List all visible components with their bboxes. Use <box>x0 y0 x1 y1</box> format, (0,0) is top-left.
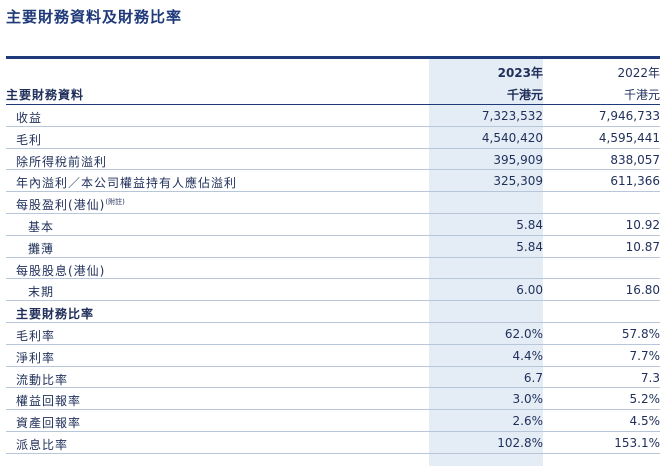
row-label: 末期 <box>28 283 54 300</box>
header-rule <box>6 56 660 59</box>
table-row: 攤薄 5.84 10.87 <box>6 236 660 258</box>
header-year-2023: 2023年 <box>497 66 543 80</box>
table-row: 權益回報率 3.0% 5.2% <box>6 388 660 411</box>
table-row: 末期 6.00 16.80 <box>6 279 660 302</box>
row-label-text: 攤薄 <box>28 241 55 256</box>
row-label: 淨利率 <box>16 349 55 366</box>
value-2022: 16.80 <box>625 283 660 298</box>
table-row: 資產回報率 2.6% 4.5% <box>6 410 660 432</box>
row-label-text: 每股股息(港仙) <box>16 263 106 278</box>
value-2022: 10.92 <box>625 217 660 232</box>
row-label-text: 末期 <box>28 285 55 300</box>
table-row: 每股盈利(港仙)(附註) <box>6 192 660 214</box>
table-row: 年內溢利／本公司權益持有人應佔溢利 325,309 611,366 <box>6 170 660 193</box>
value-2023: 6.7 <box>523 370 543 385</box>
row-label-text: 基本 <box>28 219 55 234</box>
table-row: 流動比率 6.7 7.3 <box>6 367 660 389</box>
row-label-text: 年內溢利／本公司權益持有人應佔溢利 <box>16 176 238 191</box>
value-2022: 7,946,733 <box>598 109 660 123</box>
value-2022: 5.2% <box>629 392 660 407</box>
value-2022: 611,366 <box>610 174 660 189</box>
page-title: 主要財務資料及財務比率 <box>6 8 183 26</box>
row-label: 派息比率 <box>16 436 68 453</box>
value-2023: 62.0% <box>504 326 543 341</box>
value-2023: 5.84 <box>516 217 543 232</box>
value-2022: 57.8% <box>621 326 660 341</box>
row-label-text: 流動比率 <box>16 372 69 387</box>
row-label-text: 收益 <box>16 111 43 125</box>
table-row: 淨利率 4.4% 7.7% <box>6 345 660 367</box>
row-label: 毛利率 <box>16 327 55 344</box>
row-label: 流動比率 <box>16 371 68 388</box>
table-row: 基本 5.84 10.92 <box>6 214 660 236</box>
row-label: 資產回報率 <box>16 414 81 431</box>
table-row: 收益 7,323,532 7,946,733 <box>6 105 660 127</box>
row-label: 每股盈利(港仙)(附註) <box>16 196 125 213</box>
row-label-text: 毛利率 <box>16 328 56 343</box>
row-label-text: 派息比率 <box>16 437 69 452</box>
header-unit-2022: 千港元 <box>623 88 660 102</box>
row-label-text: 毛利 <box>16 132 43 147</box>
value-2022: 7.7% <box>629 348 660 363</box>
value-2023: 102.8% <box>497 435 543 450</box>
value-2022: 153.1% <box>614 435 660 450</box>
row-label: 每股股息(港仙) <box>16 262 105 279</box>
row-label: 除所得稅前溢利 <box>16 153 107 170</box>
page: 主要財務資料及財務比率 2023年 2022年 主要財務資料 千港元 千港元 收… <box>0 0 660 466</box>
value-2023: 4,540,420 <box>481 130 543 145</box>
row-label: 基本 <box>28 218 54 235</box>
row-label: 攤薄 <box>28 240 54 257</box>
value-2023: 395,909 <box>493 152 543 167</box>
value-2023: 4.4% <box>512 348 544 363</box>
value-2023: 3.0% <box>512 392 544 407</box>
value-2022: 4,595,441 <box>598 130 660 145</box>
value-2023: 7,323,532 <box>481 109 543 123</box>
value-2022: 7.3 <box>640 370 660 385</box>
value-2023: 6.00 <box>516 283 543 298</box>
row-label-text: 除所得稅前溢利 <box>16 154 108 169</box>
financial-table: 收益 7,323,532 7,946,733 毛利 4,540,420 4,595,441… <box>6 105 660 454</box>
value-2022: 838,057 <box>610 152 660 167</box>
row-label-text: 每股盈利(港仙) <box>16 198 106 213</box>
row-label: 權益回報率 <box>16 392 81 409</box>
value-2023: 325,309 <box>493 174 543 189</box>
table-row: 派息比率 102.8% 153.1% <box>6 432 660 454</box>
table-row: 毛利率 62.0% 57.8% <box>6 323 660 345</box>
header-section-label: 主要財務資料 <box>6 88 85 102</box>
row-label-text: 淨利率 <box>16 350 56 365</box>
table-row: 除所得稅前溢利 395,909 838,057 <box>6 149 660 171</box>
row-label: 毛利 <box>16 131 42 148</box>
value-2023: 5.84 <box>516 239 543 254</box>
table-row: 每股股息(港仙) <box>6 258 660 280</box>
row-label: 收益 <box>16 109 42 126</box>
header-year-2022: 2022年 <box>617 66 660 80</box>
value-2023: 2.6% <box>512 414 544 429</box>
row-label: 年內溢利／本公司權益持有人應佔溢利 <box>16 174 237 191</box>
table-row: 毛利 4,540,420 4,595,441 <box>6 127 660 149</box>
row-label-text: 權益回報率 <box>16 394 82 409</box>
row-label-text: 主要財務比率 <box>16 307 95 322</box>
table-row: 主要財務比率 <box>6 301 660 323</box>
row-label: 主要財務比率 <box>16 305 94 322</box>
row-note: (附註) <box>105 198 125 207</box>
value-2022: 10.87 <box>625 239 660 254</box>
header-unit-2023: 千港元 <box>506 88 543 102</box>
value-2022: 4.5% <box>629 414 660 429</box>
row-label-text: 資產回報率 <box>16 416 82 431</box>
